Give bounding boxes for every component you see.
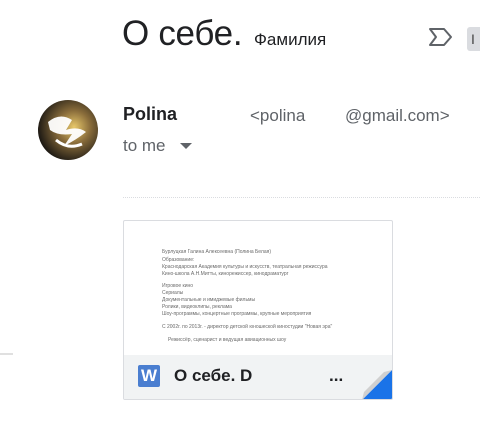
subject-label-chip: Фамилия <box>254 30 327 49</box>
email-subject: О себе. <box>122 14 243 53</box>
sender-email-prefix: <polina <box>250 106 306 125</box>
sender-name: Polina <box>123 104 178 124</box>
redaction <box>186 104 246 126</box>
preview-line: Игровое кино <box>162 283 194 289</box>
page-fold-icon <box>362 370 392 399</box>
preview-line: Бурлуцкая Галина Алексеевна (Полина Бела… <box>162 249 271 255</box>
sender-email-suffix: @gmail.com> <box>345 106 450 125</box>
redaction <box>310 106 344 128</box>
attachment-footer: W О себе. D ... <box>124 355 392 399</box>
attachment-preview: Бурлуцкая Галина Алексеевна (Полина Бела… <box>124 221 392 355</box>
redaction <box>358 28 416 50</box>
preview-line: Кино-школа А.Н.Митты, кинорежиссер, кино… <box>162 271 289 277</box>
preview-line: Образование: <box>162 257 195 263</box>
redaction <box>262 365 326 387</box>
preview-line: Краснодарская Академия культуры и искусс… <box>162 264 328 270</box>
attachment-filename-tail: ... <box>329 366 344 385</box>
preview-line: Ролики, видеоклипы, реклама <box>162 304 232 310</box>
preview-line: С 2002г. по 2013г. - директор детской юн… <box>162 324 333 330</box>
important-marker-icon[interactable] <box>428 26 454 48</box>
avatar[interactable] <box>38 100 98 160</box>
chevron-down-icon[interactable] <box>180 143 192 151</box>
recipient-label[interactable]: to me <box>123 136 166 156</box>
avatar-image <box>38 100 98 160</box>
label-chip[interactable]: I <box>467 27 480 51</box>
attachment-filename: О себе. D <box>174 366 253 385</box>
preview-line: Режиссёр, сценарист и ведущая авиационны… <box>168 337 287 343</box>
preview-line: Документальные и имиджевые фильмы <box>162 297 256 303</box>
word-doc-icon: W <box>138 365 160 387</box>
preview-line: Шоу-программы, концертные программы, кру… <box>162 311 312 317</box>
attachment-card[interactable]: Бурлуцкая Галина Алексеевна (Полина Бела… <box>123 220 393 400</box>
preview-line: Сериалы <box>162 290 184 296</box>
edge-marker <box>0 353 13 355</box>
message-divider <box>123 197 480 198</box>
